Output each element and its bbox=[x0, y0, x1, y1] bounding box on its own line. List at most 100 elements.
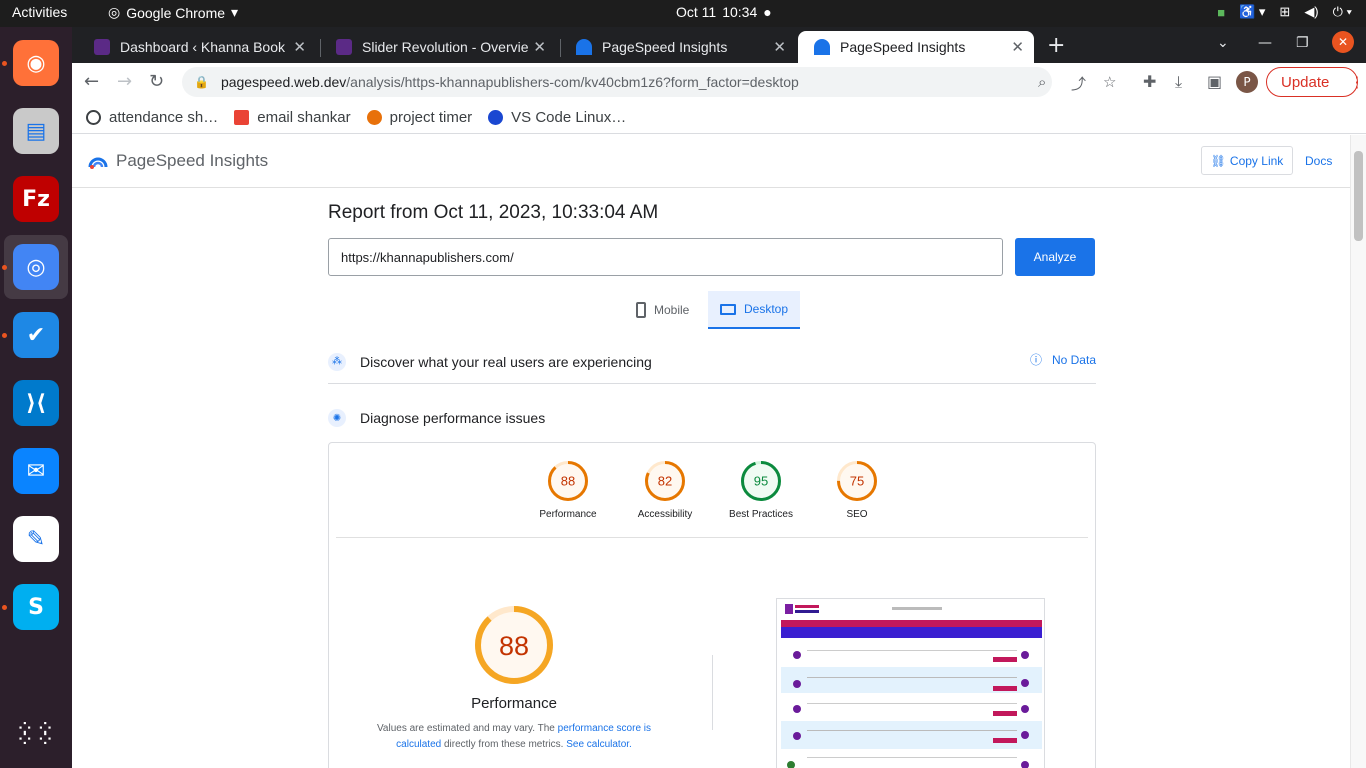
close-window-icon[interactable]: ✕ bbox=[1332, 31, 1354, 53]
docs-link[interactable]: Docs bbox=[1305, 154, 1332, 168]
extensions-icon[interactable]: ✚ bbox=[1143, 72, 1156, 91]
divider bbox=[336, 537, 1088, 538]
score-ring: 82 bbox=[645, 461, 685, 501]
profile-avatar[interactable]: P bbox=[1236, 71, 1258, 93]
timer-icon bbox=[366, 109, 382, 125]
psi-header: PageSpeed Insights ⛓ Copy Link Docs bbox=[72, 135, 1350, 188]
reload-icon[interactable]: ↻ bbox=[149, 71, 164, 92]
bookmark-label: attendance sh… bbox=[109, 108, 219, 126]
mobile-icon bbox=[636, 302, 646, 318]
close-tab-icon[interactable]: ✕ bbox=[533, 38, 546, 56]
dock-thunderbird[interactable]: ✉ bbox=[4, 439, 68, 503]
performance-title: Performance bbox=[471, 695, 557, 712]
dock-text-editor[interactable]: ✎ bbox=[4, 507, 68, 571]
running-indicator bbox=[2, 61, 7, 66]
scrollbar-thumb[interactable] bbox=[1354, 151, 1363, 241]
vertical-divider bbox=[712, 655, 713, 730]
note-text-2: directly from these metrics. bbox=[441, 739, 567, 750]
tab-slider-revolution[interactable]: Slider Revolution - Overvie ✕ bbox=[320, 31, 556, 63]
bookmark-label: VS Code Linux… bbox=[511, 108, 627, 126]
side-panel-icon[interactable]: ▣ bbox=[1207, 72, 1222, 91]
gmail-icon bbox=[234, 109, 250, 125]
accessibility-icon: ♿ ▾ bbox=[1239, 4, 1266, 19]
volume-icon: ◀) bbox=[1304, 4, 1319, 19]
svg-text:95: 95 bbox=[754, 474, 768, 489]
scores-card: 88 Performance 82 Accessibility 95 Best … bbox=[328, 442, 1096, 768]
tab-strip: Dashboard ‹ Khanna Book ✕ Slider Revolut… bbox=[72, 27, 1366, 63]
svg-text:75: 75 bbox=[850, 474, 864, 489]
score-gauge-seo[interactable]: 75 SEO bbox=[807, 461, 907, 520]
bookmarks-bar: attendance sh… email shankar project tim… bbox=[72, 101, 1366, 134]
dock-files[interactable]: ▤ bbox=[4, 99, 68, 163]
tab-dashboard[interactable]: Dashboard ‹ Khanna Book ✕ bbox=[78, 31, 316, 63]
vscode-icon: ⟩⟨ bbox=[13, 380, 59, 426]
tab-title: Dashboard ‹ Khanna Book bbox=[120, 39, 285, 55]
score-ring: 88 bbox=[548, 461, 588, 501]
tab-pagespeed-2[interactable]: PageSpeed Insights ✕ bbox=[798, 31, 1034, 63]
new-tab-button[interactable]: + bbox=[1047, 33, 1065, 58]
page-screenshot-thumbnail bbox=[776, 598, 1045, 768]
bookmark-email[interactable]: email shankar bbox=[234, 109, 351, 126]
dock: ◉ ▤ Fz ◎ ✔ ⟩⟨ ✉ ✎ S ⁘⁘ ⁘⁘ bbox=[0, 27, 72, 768]
restore-icon[interactable]: ❐ bbox=[1296, 35, 1309, 51]
report-title: Report from Oct 11, 2023, 10:33:04 AM bbox=[328, 202, 659, 223]
pagespeed-logo-icon bbox=[88, 157, 108, 169]
psi-logo[interactable]: PageSpeed Insights bbox=[88, 151, 268, 171]
firefox-icon: ◉ bbox=[13, 40, 59, 86]
analyze-button[interactable]: Analyze bbox=[1015, 238, 1095, 276]
forward-icon[interactable]: → bbox=[117, 71, 132, 92]
show-applications-button[interactable]: ⁘⁘ ⁘⁘ bbox=[4, 703, 68, 767]
score-gauge-accessibility[interactable]: 82 Accessibility bbox=[615, 461, 715, 520]
bookmark-project-timer[interactable]: project timer bbox=[366, 109, 472, 126]
score-label: Accessibility bbox=[637, 509, 693, 520]
back-icon[interactable]: ← bbox=[84, 71, 99, 92]
svg-text:88: 88 bbox=[561, 474, 575, 489]
no-data-indicator[interactable]: ⓘ No Data bbox=[1030, 351, 1096, 368]
tab-pagespeed-1[interactable]: PageSpeed Insights ✕ bbox=[560, 31, 796, 63]
score-gauge-best-practices[interactable]: 95 Best Practices bbox=[711, 461, 811, 520]
system-tray[interactable]: ■ ♿ ▾ ⊞ ◀) ⏻ ▾ bbox=[1217, 4, 1352, 20]
dock-chrome[interactable]: ◎ bbox=[4, 235, 68, 299]
score-gauge-performance[interactable]: 88 Performance bbox=[518, 461, 618, 520]
score-ring: 75 bbox=[837, 461, 877, 501]
page-scrollbar[interactable] bbox=[1350, 135, 1366, 768]
dock-skype[interactable]: S bbox=[4, 575, 68, 639]
running-indicator bbox=[2, 605, 7, 610]
address-bar[interactable]: 🔒 pagespeed.web.dev/analysis/https-khann… bbox=[182, 67, 1052, 97]
tracker-icon: ✔ bbox=[13, 312, 59, 358]
clock-time: 10:34 bbox=[722, 4, 758, 20]
activities-button[interactable]: Activities bbox=[12, 4, 67, 20]
dock-vscode[interactable]: ⟩⟨ bbox=[4, 371, 68, 435]
link-icon: ⛓ bbox=[1210, 153, 1226, 168]
update-shield-icon: ■ bbox=[1217, 4, 1226, 20]
diagnose-title: Diagnose performance issues bbox=[360, 410, 546, 426]
copy-link-button[interactable]: ⛓ Copy Link bbox=[1201, 146, 1293, 175]
minimize-icon[interactable]: — bbox=[1258, 35, 1272, 51]
clock[interactable]: Oct 11 10:34 ● bbox=[676, 4, 772, 20]
tab-desktop[interactable]: Desktop bbox=[708, 291, 801, 329]
share-icon[interactable]: ⤴ bbox=[1071, 73, 1086, 94]
thunderbird-icon: ✉ bbox=[13, 448, 59, 494]
copy-link-label: Copy Link bbox=[1229, 153, 1284, 168]
notification-dot-icon: ● bbox=[763, 4, 772, 20]
download-icon[interactable]: ⤓ bbox=[1175, 72, 1182, 92]
psi-logo-text: PageSpeed Insights bbox=[116, 151, 269, 170]
dock-firefox[interactable]: ◉ bbox=[4, 31, 68, 95]
tab-search-icon[interactable]: ⌄ bbox=[1217, 35, 1229, 51]
tab-mobile[interactable]: Mobile bbox=[624, 291, 701, 329]
bookmark-vscode[interactable]: VS Code Linux… bbox=[488, 109, 626, 126]
close-tab-icon[interactable]: ✕ bbox=[773, 38, 786, 56]
see-calculator-link[interactable]: See calculator. bbox=[566, 739, 632, 750]
discover-section[interactable]: ⁂ Discover what your real users are expe… bbox=[328, 340, 1096, 384]
dock-tracker[interactable]: ✔ bbox=[4, 303, 68, 367]
zoom-icon[interactable]: ⌕ bbox=[1038, 73, 1046, 91]
close-tab-icon[interactable]: ✕ bbox=[1011, 38, 1024, 56]
app-menu[interactable]: ◎ Google Chrome ▾ bbox=[108, 4, 238, 21]
dock-filezilla[interactable]: Fz bbox=[4, 167, 68, 231]
url-input[interactable] bbox=[328, 238, 1003, 276]
close-tab-icon[interactable]: ✕ bbox=[293, 38, 306, 56]
filezilla-icon: Fz bbox=[13, 176, 59, 222]
bookmark-attendance[interactable]: attendance sh… bbox=[86, 109, 218, 126]
bookmark-star-icon[interactable]: ☆ bbox=[1103, 73, 1116, 91]
update-button[interactable]: Update ⋮ bbox=[1266, 67, 1364, 97]
